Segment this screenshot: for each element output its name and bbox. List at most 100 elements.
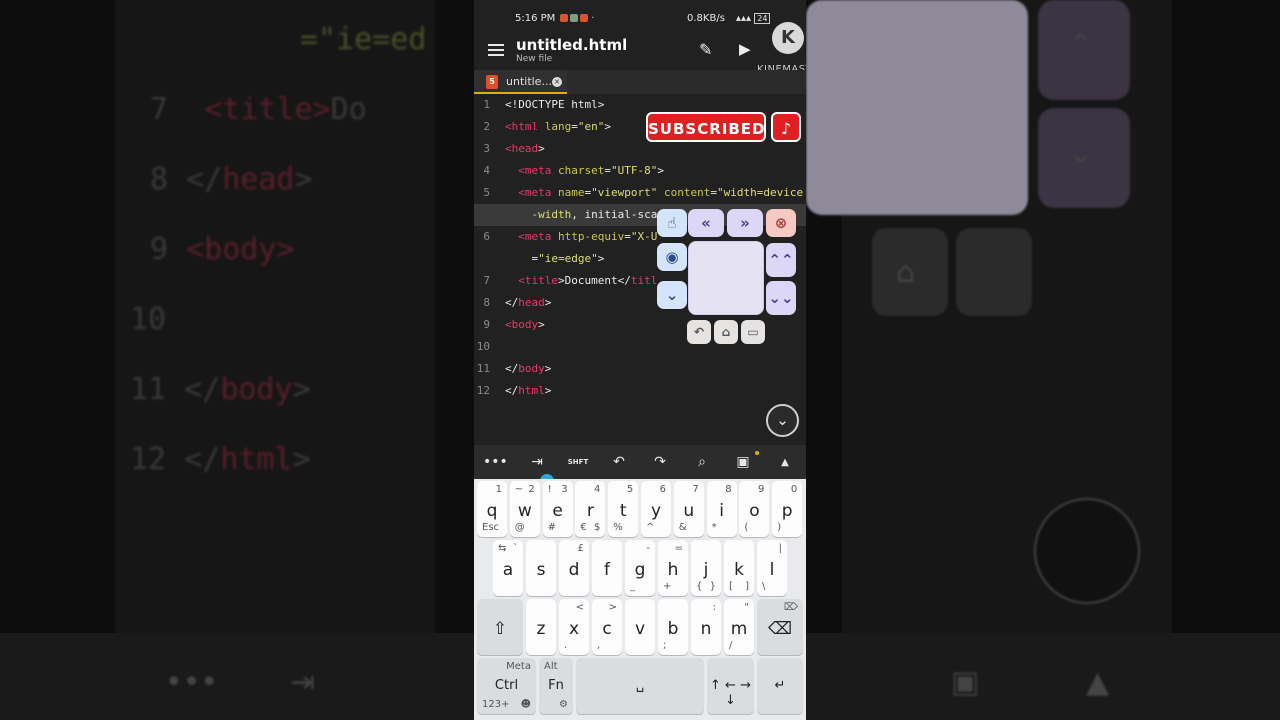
save-icon[interactable]: ▣ (732, 454, 754, 470)
backspace-key[interactable]: ⌫ ⌦ (757, 599, 803, 655)
key-label: u (683, 501, 695, 521)
scroll-down-button[interactable]: ⌄ (766, 404, 799, 437)
key-label: c (602, 619, 612, 639)
key-hint: > (608, 602, 617, 613)
key-x[interactable]: x <. (559, 599, 589, 655)
notification-icons: · (558, 13, 594, 24)
key-s[interactable]: s (526, 540, 556, 596)
code-line[interactable]: 5 <meta name="viewport" content="width=d… (474, 182, 806, 204)
key-q[interactable]: q 1 Esc (477, 481, 507, 537)
key-t[interactable]: t 5% (608, 481, 639, 537)
unsaved-dot (755, 451, 759, 455)
key-hint: ⌦ (783, 602, 798, 613)
undo-icon[interactable]: ↶ (608, 454, 630, 470)
key-g[interactable]: g - _ (625, 540, 655, 596)
record-icon[interactable]: ◉ (657, 243, 687, 271)
key-y[interactable]: y 6 ^ (641, 481, 671, 537)
scroll-down-icon[interactable]: ⌄ (657, 281, 687, 309)
key-u[interactable]: u 7 & (673, 481, 704, 537)
shift-key[interactable]: ⇧ (477, 599, 523, 655)
hand-icon[interactable]: ☝ (657, 209, 687, 237)
line-number: 3 (483, 142, 490, 155)
ghost-scroll-button (1034, 498, 1140, 604)
key-k[interactable]: k[] (724, 540, 754, 596)
key-hint: , (597, 640, 601, 651)
touch-pad[interactable] (688, 241, 764, 315)
status-network-speed: 0.8KB/s (687, 13, 725, 24)
key-a[interactable]: a ⇆ ` (493, 540, 523, 596)
tab-untitled[interactable]: 5 untitle... × (474, 70, 567, 94)
key-label: o (749, 501, 760, 521)
back-icon[interactable]: ↶ (687, 320, 711, 344)
menu-icon[interactable] (488, 44, 504, 56)
code-text: <head> (505, 142, 545, 155)
key-v[interactable]: v (625, 599, 655, 655)
key-o[interactable]: o 9 ( (739, 481, 770, 537)
line-number: 8 (483, 296, 490, 309)
key-hint: 8 (725, 484, 732, 495)
enter-key[interactable]: ↵ (757, 658, 803, 714)
key-z[interactable]: z (526, 599, 556, 655)
run-icon[interactable]: ▶ (739, 40, 751, 58)
page-up-icon[interactable]: ⌃⌃ (766, 243, 796, 277)
code-line[interactable]: 4 <meta charset="UTF-8"> (474, 160, 806, 182)
soft-keyboard: q 1 Esc w ~2 @ e! 3 # r 4 € $ t 5% y 6 ^ u 7 & i 8 * o 9(p 0) a ⇆ ` s d… (474, 479, 806, 720)
search-icon[interactable]: ⌕ (691, 454, 713, 470)
key-l[interactable]: l | \ (757, 540, 787, 596)
key-hint: { (696, 581, 703, 592)
shift-button[interactable]: SHFT (567, 458, 589, 466)
key-label: q (486, 501, 498, 521)
key-label: p (781, 501, 793, 521)
key-j[interactable]: j{} (691, 540, 721, 596)
key-h[interactable]: h = + (658, 540, 688, 596)
edit-icon[interactable]: ✎ (699, 40, 712, 59)
close-tab-icon[interactable]: × (552, 77, 562, 87)
expand-icon[interactable]: ▲ (774, 457, 796, 468)
key-label: a (502, 560, 514, 580)
key-b[interactable]: b; (658, 599, 688, 655)
blurred-background-right: ⌃ ⌄ ⌂ ▣ ▲ (806, 0, 1280, 720)
phone-screen: 5:16 PM · 0.8KB/s ▴▴▴ 24 untitled.html N… (474, 0, 806, 720)
key-p[interactable]: p 0) (772, 481, 803, 537)
more-icon[interactable]: ••• (483, 454, 508, 470)
code-line[interactable]: 12 </html> (474, 380, 806, 402)
key-hint: ⇆ (498, 543, 507, 554)
close-panel-icon[interactable]: ⊗ (766, 209, 796, 237)
fn-key[interactable]: Fn Alt ⚙ (539, 658, 573, 714)
key-i[interactable]: i 8 * (706, 481, 737, 537)
key-label: ⌫ (767, 619, 793, 639)
key-hint: # (547, 522, 556, 533)
signal-icons: ▴▴▴ 24 (736, 13, 771, 24)
home-icon[interactable]: ⌂ (714, 320, 738, 344)
rewind-icon[interactable]: « (688, 209, 724, 237)
tab-indent-icon[interactable]: ⇥ (526, 454, 548, 470)
key-hint: 0 (790, 484, 798, 495)
key-label: l (769, 560, 775, 580)
key-d[interactable]: d £ (559, 540, 589, 596)
redo-icon[interactable]: ↷ (649, 454, 671, 470)
forward-icon[interactable]: » (727, 209, 763, 237)
page-down-icon[interactable]: ⌄⌄ (766, 281, 796, 315)
key-label: y (650, 501, 662, 521)
key-hint: ! (547, 484, 552, 495)
key-hint: ` (513, 543, 518, 554)
key-w[interactable]: w ~2 @ (509, 481, 540, 537)
key-label: ↑ ← → ↓ (710, 678, 751, 708)
key-hint: : (712, 602, 716, 613)
key-m[interactable]: m " / (724, 599, 754, 655)
ghost-save-icon: ▣ (951, 665, 980, 700)
space-key[interactable]: ␣ (576, 658, 704, 714)
ctrl-key[interactable]: Ctrl Meta 123+ ☻ (477, 658, 536, 714)
key-e[interactable]: e! 3 # (542, 481, 573, 537)
key-f[interactable]: f (592, 540, 622, 596)
recent-apps-icon[interactable]: ▭ (741, 320, 765, 344)
blurred-background-left: ="ie=ed 7 <title>Do 8 </head> 9 <body> 1… (0, 0, 474, 720)
key-c[interactable]: c >, (592, 599, 622, 655)
code-line[interactable]: 11 </body> (474, 358, 806, 380)
ghost-toolbar (0, 633, 474, 720)
key-label: m (730, 619, 748, 639)
arrow-keys[interactable]: ↑ ← → ↓ (707, 658, 754, 714)
key-n[interactable]: n: (691, 599, 721, 655)
key-r[interactable]: r 4 € $ (575, 481, 606, 537)
bell-icon: ♪ (771, 112, 801, 142)
